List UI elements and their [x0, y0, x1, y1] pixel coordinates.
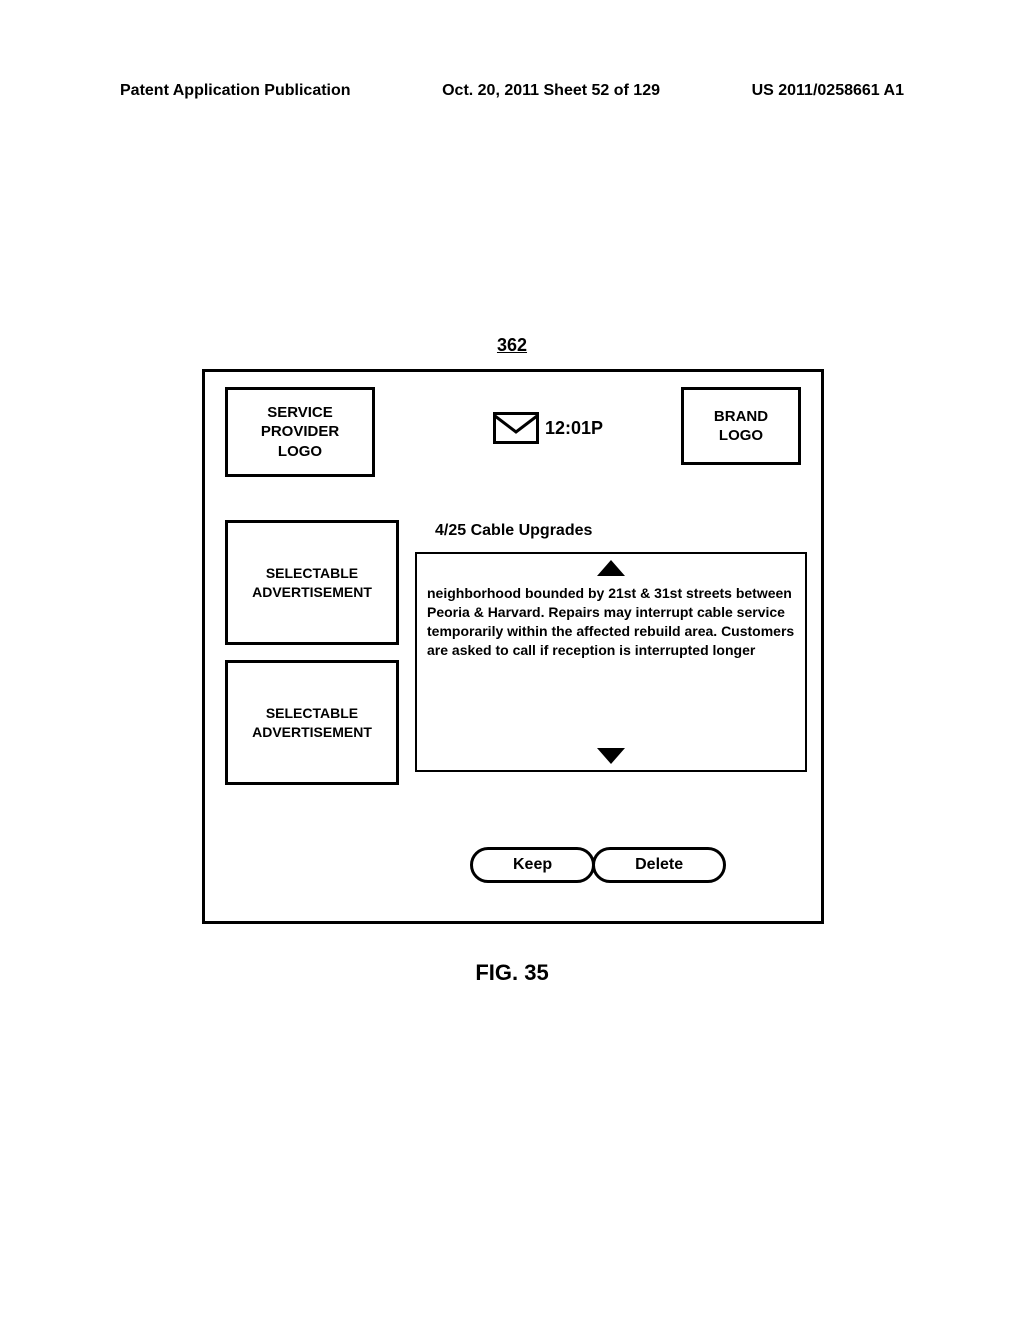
- ad1-text: SELECTABLEADVERTISEMENT: [252, 564, 372, 600]
- service-provider-logo-text: SERVICEPROVIDERLOGO: [261, 403, 339, 462]
- page-header: Patent Application Publication Oct. 20, …: [120, 82, 904, 100]
- header-center: Oct. 20, 2011 Sheet 52 of 129: [442, 82, 660, 100]
- selectable-advertisement-1[interactable]: SELECTABLEADVERTISEMENT: [225, 520, 399, 645]
- ad2-text: SELECTABLEADVERTISEMENT: [252, 704, 372, 740]
- brand-logo-text: BRANDLOGO: [714, 407, 768, 446]
- figure-reference-number: 362: [497, 335, 527, 356]
- brand-logo: BRANDLOGO: [681, 387, 801, 465]
- delete-button[interactable]: Delete: [592, 847, 726, 883]
- scroll-down-icon[interactable]: [597, 748, 625, 764]
- mail-time-group: 12:01P: [493, 412, 603, 444]
- mail-icon: [493, 412, 539, 444]
- scroll-up-icon[interactable]: [597, 560, 625, 576]
- message-body: neighborhood bounded by 21st & 31st stre…: [427, 584, 795, 660]
- button-row: Keep Delete: [470, 847, 726, 883]
- header-left: Patent Application Publication: [120, 82, 351, 100]
- header-right: US 2011/0258661 A1: [752, 82, 904, 100]
- service-provider-logo: SERVICEPROVIDERLOGO: [225, 387, 375, 477]
- message-title: 4/25 Cable Upgrades: [435, 522, 592, 540]
- selectable-advertisement-2[interactable]: SELECTABLEADVERTISEMENT: [225, 660, 399, 785]
- clock-time: 12:01P: [545, 418, 603, 439]
- tv-screen-frame: SERVICEPROVIDERLOGO 12:01P BRANDLOGO SEL…: [202, 369, 824, 924]
- figure-caption: FIG. 35: [475, 960, 548, 986]
- message-box: neighborhood bounded by 21st & 31st stre…: [415, 552, 807, 772]
- keep-button[interactable]: Keep: [470, 847, 595, 883]
- top-row: SERVICEPROVIDERLOGO 12:01P BRANDLOGO: [225, 387, 801, 477]
